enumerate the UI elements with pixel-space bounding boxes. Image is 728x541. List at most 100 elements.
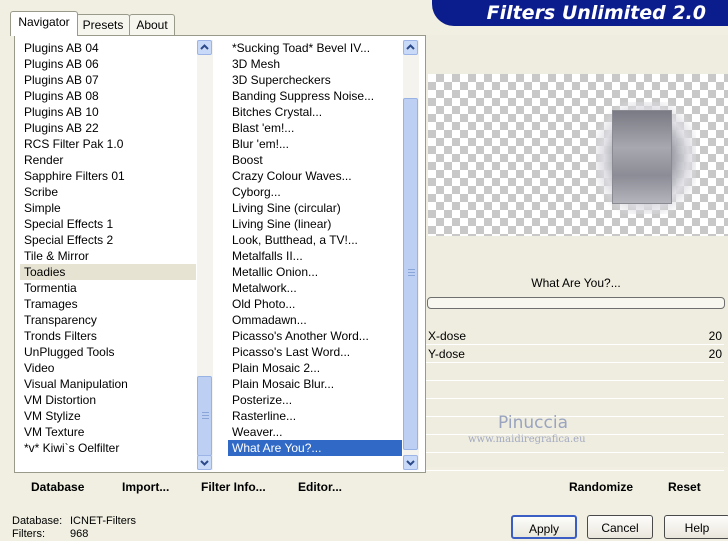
database-button[interactable]: Database — [31, 480, 84, 494]
editor-button[interactable]: Editor... — [298, 480, 342, 494]
param-label: Y-dose — [428, 347, 465, 361]
filter-item[interactable]: Weaver... — [228, 424, 402, 440]
filter-item[interactable]: Metalfalls II... — [228, 248, 402, 264]
scroll-up-button[interactable] — [403, 40, 418, 55]
filter-item[interactable]: 3D Supercheckers — [228, 72, 402, 88]
apply-button[interactable]: Apply — [511, 515, 577, 539]
preview-image — [612, 110, 672, 204]
category-item[interactable]: VM Stylize — [20, 408, 196, 424]
category-scrollbar[interactable] — [197, 40, 213, 470]
tab-navigator[interactable]: Navigator — [10, 11, 78, 36]
reset-button[interactable]: Reset — [668, 480, 701, 494]
param-row[interactable]: X-dose 20 — [426, 328, 724, 345]
filter-item[interactable]: Cyborg... — [228, 184, 402, 200]
param-row-empty — [426, 454, 724, 471]
category-item[interactable]: Tormentia — [20, 280, 196, 296]
app-title: Filters Unlimited 2.0 — [486, 2, 706, 24]
category-item[interactable]: Plugins AB 08 — [20, 88, 196, 104]
filter-item[interactable]: Ommadawn... — [228, 312, 402, 328]
filter-item[interactable]: Living Sine (linear) — [228, 216, 402, 232]
scroll-up-button[interactable] — [197, 40, 212, 55]
category-item[interactable]: Tile & Mirror — [20, 248, 196, 264]
cancel-button[interactable]: Cancel — [587, 515, 653, 539]
chevron-down-icon — [200, 460, 209, 466]
scroll-thumb[interactable] — [403, 98, 418, 450]
filter-item[interactable]: Blur 'em!... — [228, 136, 402, 152]
scroll-thumb[interactable] — [197, 376, 212, 456]
param-row[interactable]: Y-dose 20 — [426, 346, 724, 363]
scroll-down-button[interactable] — [403, 455, 418, 470]
category-item[interactable]: Plugins AB 10 — [20, 104, 196, 120]
filter-item[interactable]: Crazy Colour Waves... — [228, 168, 402, 184]
category-item[interactable]: Simple — [20, 200, 196, 216]
chevron-up-icon — [200, 44, 209, 50]
category-item[interactable]: Plugins AB 06 — [20, 56, 196, 72]
param-row-empty — [426, 418, 724, 435]
chevron-up-icon — [406, 44, 415, 50]
filter-list[interactable]: *Sucking Toad* Bevel IV... 3D Mesh 3D Supe… — [228, 40, 402, 470]
param-label: X-dose — [428, 329, 467, 343]
progress-bar — [427, 297, 725, 309]
filter-item[interactable]: Plain Mosaic Blur... — [228, 376, 402, 392]
filter-item[interactable]: Boost — [228, 152, 402, 168]
chevron-down-icon — [406, 460, 415, 466]
filter-item[interactable]: Plain Mosaic 2... — [228, 360, 402, 376]
category-item[interactable]: VM Distortion — [20, 392, 196, 408]
import-button[interactable]: Import... — [122, 480, 169, 494]
category-list[interactable]: Plugins AB 04 Plugins AB 06 Plugins AB 07 P… — [20, 40, 196, 470]
category-item[interactable]: *v* Kiwi`s Oelfilter — [20, 440, 196, 456]
category-item[interactable]: Sapphire Filters 01 — [20, 168, 196, 184]
watermark-url: www.maidiregrafica.eu — [468, 434, 586, 445]
filter-item[interactable]: Posterize... — [228, 392, 402, 408]
category-item[interactable]: Special Effects 2 — [20, 232, 196, 248]
category-item[interactable]: UnPlugged Tools — [20, 344, 196, 360]
filter-item[interactable]: *Sucking Toad* Bevel IV... — [228, 40, 402, 56]
param-value[interactable]: 20 — [709, 329, 722, 343]
category-item[interactable]: Visual Manipulation — [20, 376, 196, 392]
filter-item[interactable]: Metallic Onion... — [228, 264, 402, 280]
tab-about[interactable]: About — [129, 14, 175, 35]
watermark-name: Pinuccia — [498, 413, 568, 433]
filter-item[interactable]: Picasso's Last Word... — [228, 344, 402, 360]
title-banner: Filters Unlimited 2.0 — [432, 0, 728, 26]
filter-item[interactable]: Old Photo... — [228, 296, 402, 312]
param-row-empty — [426, 364, 724, 381]
database-label: Database: — [12, 515, 63, 527]
category-item[interactable]: Special Effects 1 — [20, 216, 196, 232]
randomize-button[interactable]: Randomize — [569, 480, 633, 494]
filter-item[interactable]: Picasso's Another Word... — [228, 328, 402, 344]
category-item[interactable]: Tronds Filters — [20, 328, 196, 344]
help-button[interactable]: Help — [664, 515, 728, 539]
filter-item[interactable]: Living Sine (circular) — [228, 200, 402, 216]
scroll-down-button[interactable] — [197, 455, 212, 470]
category-item[interactable]: Scribe — [20, 184, 196, 200]
filter-item[interactable]: Rasterline... — [228, 408, 402, 424]
filter-item[interactable]: Metalwork... — [228, 280, 402, 296]
filter-info-button[interactable]: Filter Info... — [201, 480, 266, 494]
category-item[interactable]: Plugins AB 04 — [20, 40, 196, 56]
current-filter-name: What Are You?... — [531, 276, 621, 290]
filter-scrollbar[interactable] — [403, 40, 419, 470]
filter-item-selected[interactable]: What Are You?... — [228, 440, 402, 456]
filter-item[interactable]: Bitches Crystal... — [228, 104, 402, 120]
filters-label: Filters: — [12, 528, 45, 540]
category-item[interactable]: Tramages — [20, 296, 196, 312]
category-item-selected[interactable]: Toadies — [20, 264, 196, 280]
filter-item[interactable]: Look, Butthead, a TV!... — [228, 232, 402, 248]
category-item[interactable]: Render — [20, 152, 196, 168]
category-item[interactable]: Plugins AB 22 — [20, 120, 196, 136]
param-value[interactable]: 20 — [709, 347, 722, 361]
filter-item[interactable]: 3D Mesh — [228, 56, 402, 72]
category-item[interactable]: Plugins AB 07 — [20, 72, 196, 88]
status-area: Database: ICNET-Filters Filters: 968 — [12, 515, 136, 541]
tab-presets[interactable]: Presets — [76, 14, 130, 35]
param-row-empty — [426, 400, 724, 417]
category-item[interactable]: Video — [20, 360, 196, 376]
category-item[interactable]: RCS Filter Pak 1.0 — [20, 136, 196, 152]
category-item[interactable]: Transparency — [20, 312, 196, 328]
category-item[interactable]: VM Texture — [20, 424, 196, 440]
filter-item[interactable]: Banding Suppress Noise... — [228, 88, 402, 104]
filter-item[interactable]: Blast 'em!... — [228, 120, 402, 136]
navigator-toolbar: Database Import... Filter Info... Editor… — [14, 472, 424, 502]
filters-count: 968 — [70, 528, 89, 540]
